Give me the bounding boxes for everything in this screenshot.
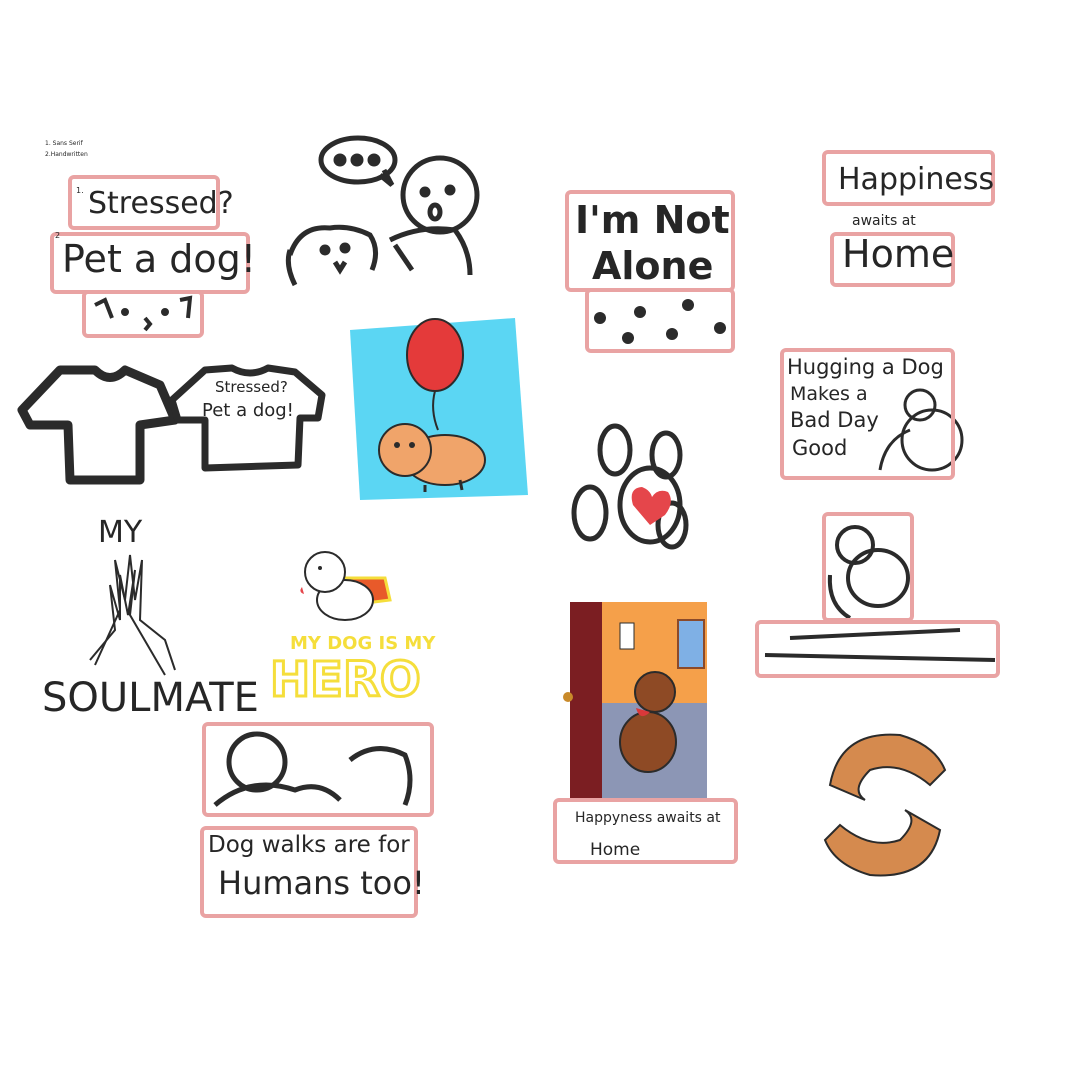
door-text-2: Home	[590, 840, 641, 860]
shirt-text-2: Pet a dog!	[202, 400, 294, 421]
soulmate-top: MY	[98, 515, 143, 550]
shirt-text-1: Stressed?	[215, 378, 288, 396]
walk-sketch-box	[202, 722, 434, 817]
door-scene-icon	[563, 602, 707, 802]
alone-text-2: Alone	[592, 244, 714, 288]
alone-text-1: I'm Not	[575, 198, 730, 242]
hero-text-2: HERO	[269, 651, 423, 710]
hugging-text-4: Good	[792, 436, 848, 460]
walks-text-2: Humans too!	[218, 864, 425, 902]
hands-icon	[89, 554, 176, 676]
soulmate-bottom: SOULMATE	[42, 675, 259, 721]
note-line-1: 1. Sans Serif	[45, 140, 83, 147]
hero-text-1: MY DOG IS MY	[290, 633, 436, 654]
balloon-dog-icon	[350, 318, 528, 500]
awaits-text: awaits at	[852, 213, 916, 229]
door-text-1: Happyness awaits at	[575, 810, 721, 826]
tshirt-plain-icon	[17, 365, 180, 485]
walks-text-1: Dog walks are for	[208, 832, 410, 858]
home-text: Home	[842, 232, 955, 276]
hugging-text-2: Makes a	[790, 383, 868, 405]
hugging-text-3: Bad Day	[790, 408, 879, 432]
hero-dog-icon	[300, 551, 392, 621]
hugging-text-1: Hugging a Dog	[787, 355, 944, 379]
number-2: 2	[55, 231, 61, 240]
hug-box	[822, 512, 914, 622]
speech-bubble-icon	[318, 135, 398, 187]
pet-dog-text: Pet a dog!	[62, 237, 257, 281]
dog-face-box	[82, 290, 204, 338]
dog-sketch-icon	[285, 224, 378, 287]
note-line-2: 2.Handwritten	[45, 151, 88, 158]
sleeping-cats-icon	[823, 733, 947, 877]
door-caption-box	[553, 798, 738, 864]
happiness-text: Happiness	[838, 162, 995, 197]
paw-prints-box	[585, 288, 735, 353]
paw-heart-icon	[571, 423, 689, 550]
person-sketch-icon	[388, 155, 480, 276]
hug-base-box	[755, 620, 1000, 678]
stressed-text: Stressed?	[88, 186, 234, 221]
number-1: 1.	[76, 186, 84, 195]
